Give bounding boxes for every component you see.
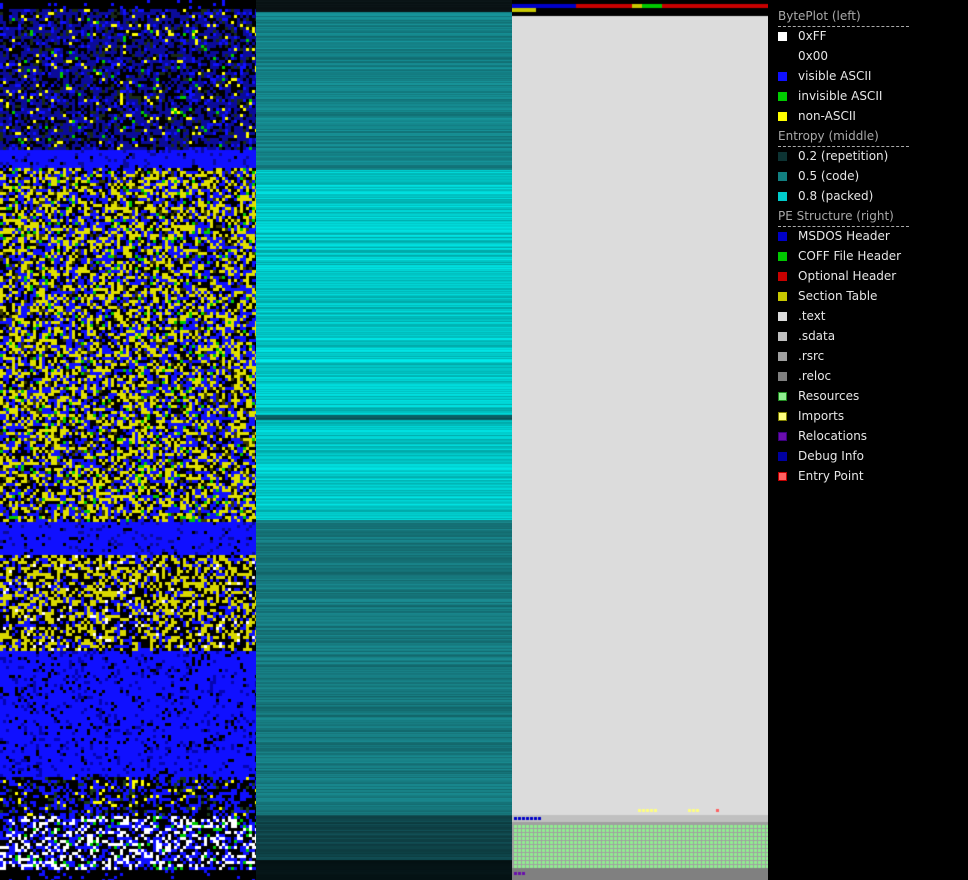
entropy-panel [256, 0, 512, 880]
swatch-0xff [778, 31, 787, 41]
legend-label: Section Table [798, 289, 878, 303]
legend-label: Resources [798, 389, 860, 403]
legend-item-0xff: 0xFF [778, 29, 827, 43]
byteplot-canvas [0, 0, 256, 880]
legend-label: Imports [798, 409, 845, 423]
legend-label: .reloc [798, 369, 832, 383]
byteplot-panel [0, 0, 256, 880]
legend-label: 0xFF [798, 29, 827, 43]
swatch-msdos-header [778, 231, 787, 241]
legend-item-imports: Imports [778, 409, 844, 423]
legend-label: invisible ASCII [798, 89, 883, 103]
swatch-relocations [778, 431, 787, 441]
swatch-entry-point [778, 471, 787, 481]
legend-title-entropy: Entropy (middle) [778, 129, 909, 147]
pe-structure-panel [512, 0, 768, 880]
legend-item-rsrc-section: .rsrc [778, 349, 824, 363]
swatch-section-table [778, 291, 787, 301]
swatch-rsrc-section [778, 351, 787, 361]
pe-structure-canvas [512, 0, 768, 880]
swatch-text-section [778, 311, 787, 321]
legend-label: 0.2 (repetition) [798, 149, 889, 163]
swatch-entropy-high [778, 191, 787, 201]
legend-item-invisible-ascii: invisible ASCII [778, 89, 882, 103]
legend-item-reloc-section: .reloc [778, 369, 831, 383]
legend-item-debug-info: Debug Info [778, 449, 864, 463]
legend-item-relocations: Relocations [778, 429, 867, 443]
legend-label: Optional Header [798, 269, 897, 283]
legend-item-entropy-high: 0.8 (packed) [778, 189, 873, 203]
legend-item-coff-header: COFF File Header [778, 249, 901, 263]
legend-item-resources: Resources [778, 389, 859, 403]
legend-item-entropy-low: 0.2 (repetition) [778, 149, 888, 163]
legend-label: Debug Info [798, 449, 864, 463]
legend-item-entry-point: Entry Point [778, 469, 864, 483]
legend-label: non-ASCII [798, 109, 856, 123]
swatch-entropy-mid [778, 171, 787, 181]
legend-item-sdata-section: .sdata [778, 329, 835, 343]
legend-item-optional-header: Optional Header [778, 269, 896, 283]
legend-label: .sdata [798, 329, 836, 343]
swatch-non-ascii [778, 111, 787, 121]
swatch-entropy-low [778, 151, 787, 161]
legend-item-section-table: Section Table [778, 289, 877, 303]
legend-label: 0.5 (code) [798, 169, 860, 183]
legend-item-msdos-header: MSDOS Header [778, 229, 890, 243]
swatch-0x00 [778, 51, 787, 61]
swatch-reloc-section [778, 371, 787, 381]
legend-label: 0x00 [798, 49, 829, 63]
swatch-resources [778, 391, 787, 401]
legend-title-pe-structure: PE Structure (right) [778, 209, 909, 227]
legend-item-text-section: .text [778, 309, 826, 323]
legend-item-visible-ascii: visible ASCII [778, 69, 871, 83]
legend-label: Relocations [798, 429, 868, 443]
legend-item-entropy-mid: 0.5 (code) [778, 169, 859, 183]
legend-label: .rsrc [798, 349, 825, 363]
legend-item-non-ascii: non-ASCII [778, 109, 856, 123]
legend-label: visible ASCII [798, 69, 872, 83]
legend-label: MSDOS Header [798, 229, 890, 243]
legend-panel: BytePlot (left) 0xFF 0x00 visible ASCII … [768, 0, 968, 880]
legend-label: 0.8 (packed) [798, 189, 874, 203]
swatch-visible-ascii [778, 71, 787, 81]
swatch-debug-info [778, 451, 787, 461]
swatch-invisible-ascii [778, 91, 787, 101]
swatch-coff-header [778, 251, 787, 261]
swatch-imports [778, 411, 787, 421]
legend-label: COFF File Header [798, 249, 902, 263]
legend-label: .text [798, 309, 826, 323]
legend-title-byteplot: BytePlot (left) [778, 9, 909, 27]
legend-label: Entry Point [798, 469, 864, 483]
entropy-canvas [256, 0, 512, 880]
swatch-sdata-section [778, 331, 787, 341]
legend-item-0x00: 0x00 [778, 49, 828, 63]
swatch-optional-header [778, 271, 787, 281]
